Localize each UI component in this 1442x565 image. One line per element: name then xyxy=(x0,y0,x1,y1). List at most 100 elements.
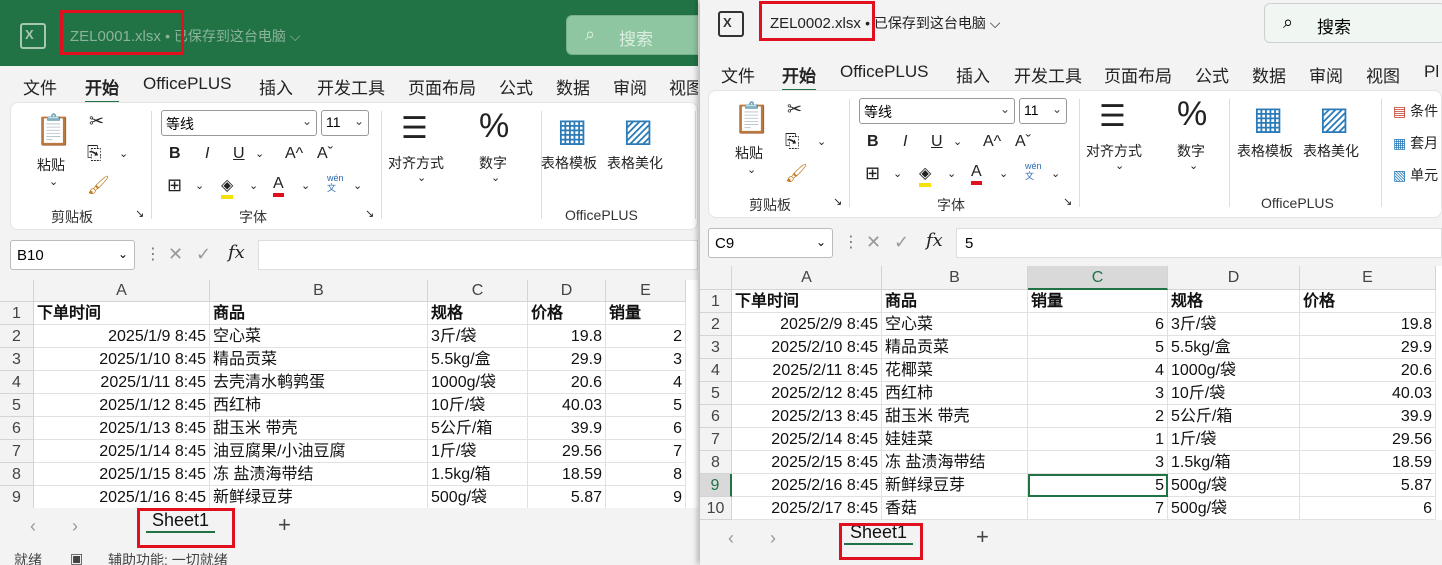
cancel-icon[interactable]: ✕ xyxy=(168,244,183,265)
table-beautify-button[interactable]: 表格美化 xyxy=(607,153,663,173)
row-header[interactable]: 2 xyxy=(0,325,34,348)
table-cell[interactable]: 2 xyxy=(606,325,686,348)
table-cell[interactable]: 39.9 xyxy=(1300,405,1436,428)
conditional-format-button[interactable]: ▤ 条件 xyxy=(1393,101,1438,121)
tab-developer[interactable]: 开发工具 xyxy=(317,74,385,99)
table-cell[interactable]: 19.8 xyxy=(528,325,606,348)
header-cell[interactable]: 商品 xyxy=(882,290,1028,313)
table-cell[interactable]: 2025/2/15 8:45 xyxy=(732,451,882,474)
number-button[interactable]: 数字 xyxy=(1177,141,1205,161)
tab-data[interactable]: 数据 xyxy=(556,74,590,99)
tab-overflow[interactable]: Pl xyxy=(1424,62,1439,82)
chevron-down-icon[interactable]: ⌄ xyxy=(353,179,362,192)
table-cell[interactable]: 2 xyxy=(1028,405,1168,428)
row-header[interactable]: 1 xyxy=(700,290,732,313)
table-cell[interactable]: 39.9 xyxy=(528,417,606,440)
table-cell[interactable]: 空心菜 xyxy=(882,313,1028,336)
table-cell[interactable]: 500g/袋 xyxy=(1168,474,1300,497)
header-cell[interactable]: 规格 xyxy=(428,302,528,325)
format-painter-icon[interactable]: 🖌 xyxy=(785,163,808,184)
cut-icon[interactable]: ✂ xyxy=(89,111,104,132)
paste-icon[interactable]: 📋 xyxy=(733,101,770,136)
paste-icon[interactable]: 📋 xyxy=(35,113,72,148)
table-cell[interactable]: 精品贡菜 xyxy=(882,336,1028,359)
table-template-button[interactable]: 表格模板 xyxy=(1237,141,1293,161)
table-cell[interactable]: 7 xyxy=(606,440,686,463)
formula-input[interactable]: 5 xyxy=(956,228,1442,258)
number-button[interactable]: 数字 xyxy=(479,153,507,173)
header-cell[interactable]: 价格 xyxy=(528,302,606,325)
font-name-select[interactable]: 等线 ⌄ xyxy=(859,98,1015,124)
phonetic-icon[interactable]: wén 文 xyxy=(1025,161,1042,181)
table-template-button[interactable]: 表格模板 xyxy=(541,153,597,173)
select-all-corner[interactable] xyxy=(0,280,34,302)
table-cell[interactable]: 6 xyxy=(606,417,686,440)
header-cell[interactable]: 销量 xyxy=(1028,290,1168,313)
tab-review[interactable]: 审阅 xyxy=(613,74,647,99)
column-header[interactable]: D xyxy=(1168,266,1300,290)
italic-button[interactable]: I xyxy=(205,145,209,163)
tab-page-layout[interactable]: 页面布局 xyxy=(1104,62,1172,87)
row-header[interactable]: 2 xyxy=(700,313,732,336)
row-header[interactable]: 5 xyxy=(700,382,732,405)
table-cell[interactable]: 18.59 xyxy=(528,463,606,486)
row-header[interactable]: 1 xyxy=(0,302,34,325)
name-box[interactable]: C9 ⌄ xyxy=(708,228,833,258)
chevron-down-icon[interactable]: ⌄ xyxy=(195,179,204,192)
row-header[interactable]: 4 xyxy=(700,359,732,382)
row-header[interactable]: 3 xyxy=(0,348,34,371)
table-cell[interactable]: 西红柿 xyxy=(882,382,1028,405)
cancel-icon[interactable]: ✕ xyxy=(866,232,881,253)
select-all-corner[interactable] xyxy=(700,266,732,290)
table-cell[interactable]: 3 xyxy=(606,348,686,371)
table-cell[interactable]: 40.03 xyxy=(1300,382,1436,405)
tab-formulas[interactable]: 公式 xyxy=(1195,62,1229,87)
table-cell[interactable]: 花椰菜 xyxy=(882,359,1028,382)
chevron-down-icon[interactable]: ⌄ xyxy=(119,147,128,160)
fill-color-icon[interactable]: ◈ xyxy=(221,175,234,199)
tab-officeplus[interactable]: OfficePLUS xyxy=(143,74,232,94)
increase-font-button[interactable]: A^ xyxy=(983,133,1001,151)
tab-page-layout[interactable]: 页面布局 xyxy=(408,74,476,99)
align-button[interactable]: 对齐方式 xyxy=(1086,141,1142,161)
percent-icon[interactable]: % xyxy=(479,107,509,146)
table-cell[interactable]: 新鲜绿豆芽 xyxy=(882,474,1028,497)
chevron-down-icon[interactable]: ⌄ xyxy=(747,163,756,176)
table-beautify-button[interactable]: 表格美化 xyxy=(1303,141,1359,161)
bold-button[interactable]: B xyxy=(867,133,879,151)
table-cell[interactable]: 3斤/袋 xyxy=(1168,313,1300,336)
table-cell[interactable]: 4 xyxy=(1028,359,1168,382)
table-cell[interactable]: 2025/2/11 8:45 xyxy=(732,359,882,382)
align-button[interactable]: 对齐方式 xyxy=(388,153,444,173)
table-cell[interactable]: 2025/1/14 8:45 xyxy=(34,440,210,463)
table-cell[interactable]: 甜玉米 带壳 xyxy=(882,405,1028,428)
table-cell[interactable]: 40.03 xyxy=(528,394,606,417)
table-cell[interactable]: 西红柿 xyxy=(210,394,428,417)
table-cell[interactable]: 29.9 xyxy=(1300,336,1436,359)
table-cell[interactable]: 2025/2/14 8:45 xyxy=(732,428,882,451)
cell-style-button[interactable]: ▧ 单元 xyxy=(1393,165,1438,185)
chevron-down-icon[interactable]: ⌄ xyxy=(893,167,902,180)
table-cell[interactable]: 29.9 xyxy=(528,348,606,371)
chevron-down-icon[interactable]: ⌄ xyxy=(999,167,1008,180)
search-box[interactable]: ⌕ 搜索 xyxy=(1264,3,1442,43)
table-cell[interactable]: 1 xyxy=(1028,428,1168,451)
row-header[interactable]: 5 xyxy=(0,394,34,417)
accessibility-status[interactable]: 辅助功能: 一切就绪 xyxy=(108,550,228,565)
decrease-font-button[interactable]: Aˇ xyxy=(1015,133,1031,151)
table-cell[interactable]: 冻 盐渍海带结 xyxy=(882,451,1028,474)
table-cell[interactable]: 甜玉米 带壳 xyxy=(210,417,428,440)
table-cell[interactable]: 5.5kg/盒 xyxy=(428,348,528,371)
add-sheet-icon[interactable]: + xyxy=(278,512,291,538)
tab-home[interactable]: 开始 xyxy=(782,62,816,92)
increase-font-button[interactable]: A^ xyxy=(285,145,303,163)
table-cell[interactable]: 2025/1/15 8:45 xyxy=(34,463,210,486)
table-cell[interactable]: 3 xyxy=(1028,451,1168,474)
table-cell[interactable]: 5公斤/箱 xyxy=(1168,405,1300,428)
header-cell[interactable]: 价格 xyxy=(1300,290,1436,313)
chevron-down-icon[interactable]: ⌄ xyxy=(1051,167,1060,180)
row-header[interactable]: 6 xyxy=(0,417,34,440)
tab-view[interactable]: 视图 xyxy=(669,74,698,99)
table-cell[interactable]: 5.5kg/盒 xyxy=(1168,336,1300,359)
table-cell[interactable]: 2025/2/10 8:45 xyxy=(732,336,882,359)
